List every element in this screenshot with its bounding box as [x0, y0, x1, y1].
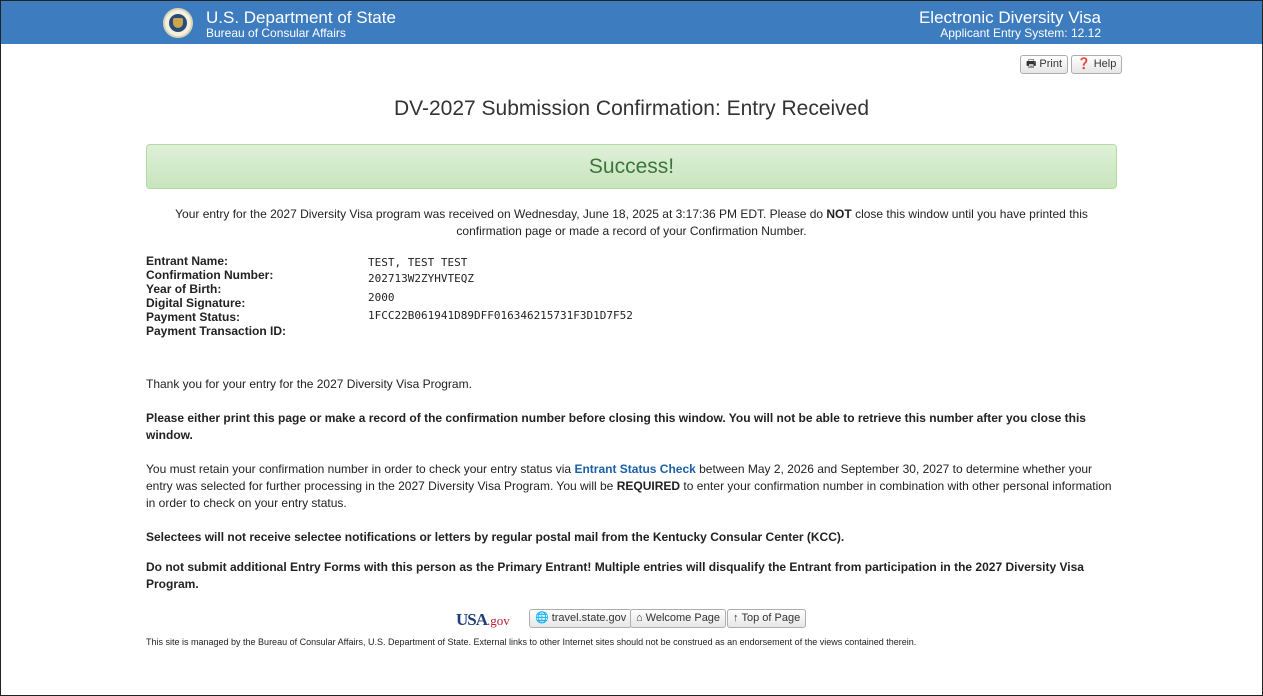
retain-confirmation-text: You must retain your confirmation number…: [146, 461, 1117, 512]
arrow-up-icon: ↑: [733, 612, 739, 624]
success-alert: Success!: [146, 144, 1117, 189]
retain-required-emphasis: REQUIRED: [616, 479, 681, 493]
usa-gov-logo-gov: .gov: [487, 613, 510, 628]
system-title: Electronic Diversity Visa: [918, 8, 1101, 27]
digital-signature-value: 1FCC22B061941D89DFF016346215731F3D1D7F52: [368, 309, 633, 322]
welcome-page-button[interactable]: ⌂ Welcome Page: [630, 609, 727, 628]
print-warning-text: Please either print this page or make a …: [146, 411, 1086, 442]
globe-icon: 🌐: [535, 612, 549, 624]
thanks-text: Thank you for your entry for the 2027 Di…: [146, 377, 472, 391]
question-circle-icon: ❓: [1077, 58, 1091, 70]
welcome-page-label: Welcome Page: [645, 612, 721, 624]
usa-gov-logo[interactable]: USA.gov: [456, 610, 510, 629]
state-department-seal-icon: [163, 8, 193, 38]
footer-disclaimer: This site is managed by the Bureau of Co…: [146, 637, 917, 647]
home-icon: ⌂: [636, 612, 643, 624]
system-version: Applicant Entry System: 12.12: [940, 26, 1101, 40]
department-subtitle: Bureau of Consular Affairs: [206, 26, 346, 40]
print-button[interactable]: 🖶 Print: [1020, 55, 1069, 74]
entrant-name-value: TEST, TEST TEST: [368, 256, 468, 269]
printer-icon: 🖶: [1026, 58, 1037, 70]
confirmation-number-label: Confirmation Number:: [146, 268, 274, 282]
payment-transaction-id-label: Payment Transaction ID:: [146, 324, 287, 338]
print-button-label: Print: [1039, 58, 1063, 70]
help-button[interactable]: ❓ Help: [1071, 55, 1123, 74]
retain-text-start: You must retain your confirmation number…: [146, 462, 575, 476]
usa-gov-logo-usa: USA: [456, 610, 488, 629]
top-of-page-button[interactable]: ↑ Top of Page: [727, 609, 807, 628]
page-title: DV-2027 Submission Confirmation: Entry R…: [393, 97, 870, 120]
selectees-notice-text: Selectees will not receive selectee noti…: [146, 530, 845, 544]
travel-state-gov-label: travel.state.gov: [551, 612, 627, 624]
received-notice-text: Your entry for the 2027 Diversity Visa p…: [175, 207, 827, 221]
travel-state-gov-button[interactable]: 🌐 travel.state.gov: [529, 609, 633, 628]
entrant-status-check-link[interactable]: Entrant Status Check: [574, 462, 695, 476]
received-notice: Your entry for the 2027 Diversity Visa p…: [146, 206, 1117, 240]
top-of-page-label: Top of Page: [741, 612, 801, 624]
year-of-birth-label: Year of Birth:: [146, 282, 222, 296]
received-notice-emphasis: NOT: [826, 207, 852, 221]
confirmation-number-value: 202713W2ZYHVTEQZ: [368, 272, 474, 285]
department-title: U.S. Department of State: [206, 8, 396, 27]
payment-status-label: Payment Status:: [146, 310, 241, 324]
help-button-label: Help: [1093, 58, 1117, 70]
digital-signature-label: Digital Signature:: [146, 296, 246, 310]
year-of-birth-value: 2000: [368, 291, 395, 304]
site-header: U.S. Department of State Bureau of Consu…: [1, 1, 1262, 44]
no-additional-entries-text: Do not submit additional Entry Forms wit…: [146, 560, 1084, 591]
entrant-name-label: Entrant Name:: [146, 254, 229, 268]
